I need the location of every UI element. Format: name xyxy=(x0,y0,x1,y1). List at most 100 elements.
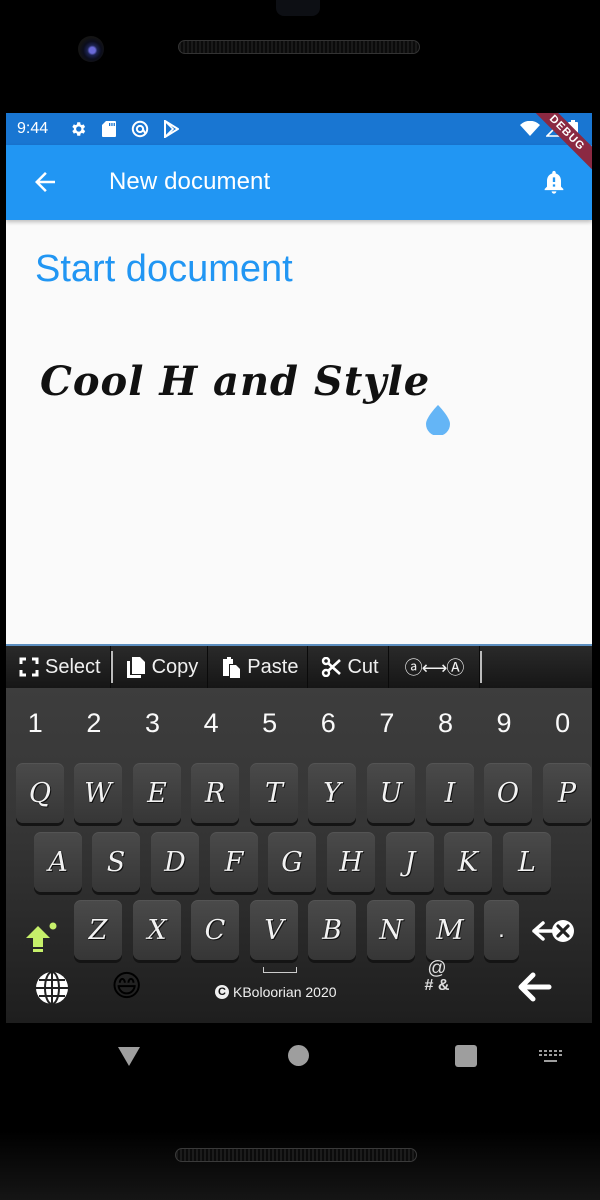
key-i[interactable]: I xyxy=(426,763,474,823)
key-u[interactable]: U xyxy=(367,763,415,823)
space-bar-icon xyxy=(263,967,297,973)
key-m[interactable]: M xyxy=(426,900,474,960)
select-button[interactable]: Select xyxy=(6,646,111,688)
phone-bottom-bezel xyxy=(0,1085,600,1200)
cut-button[interactable]: Cut xyxy=(308,646,389,688)
key-b[interactable]: B xyxy=(308,900,356,960)
bottom-speaker xyxy=(175,1148,417,1162)
key-a[interactable]: A xyxy=(34,832,82,892)
shift-key[interactable] xyxy=(20,918,60,958)
notification-bell-icon xyxy=(544,170,564,194)
app-bar: New document xyxy=(6,145,592,220)
key-g[interactable]: G xyxy=(268,832,316,892)
app-title: New document xyxy=(109,168,271,195)
space-key[interactable]: C KBoloorian 2020 xyxy=(196,964,376,1010)
scissors-icon xyxy=(320,656,342,678)
copy-button[interactable]: Copy xyxy=(113,646,209,688)
cursive-keyboard: 1 2 3 4 5 6 7 8 9 0 Q W E R T Y U I O P … xyxy=(6,688,592,1023)
sd-card-icon xyxy=(100,120,118,138)
status-bar: 9:44 xyxy=(6,113,592,145)
key-d[interactable]: D xyxy=(151,832,199,892)
nav-back-button[interactable] xyxy=(117,1045,141,1067)
select-brackets-icon xyxy=(18,656,40,678)
edit-toolbar: Select Copy Paste Cut ⓐ⟷Ⓐ xyxy=(6,646,592,688)
key-0[interactable]: 0 xyxy=(533,688,592,758)
emoji-key[interactable]: 😄 xyxy=(111,968,149,1006)
play-store-icon xyxy=(162,120,180,138)
key-q[interactable]: Q xyxy=(16,763,64,823)
key-2[interactable]: 2 xyxy=(65,688,124,758)
key-r[interactable]: R xyxy=(191,763,239,823)
system-nav-bar xyxy=(0,1023,600,1085)
backspace-key[interactable] xyxy=(530,916,580,946)
key-j[interactable]: J xyxy=(386,832,434,892)
key-e[interactable]: E xyxy=(133,763,181,823)
earpiece-speaker xyxy=(178,40,420,54)
enter-key[interactable] xyxy=(516,970,554,1004)
cut-label: Cut xyxy=(347,655,379,678)
key-p[interactable]: P xyxy=(543,763,591,823)
key-z[interactable]: Z xyxy=(74,900,122,960)
front-camera xyxy=(78,36,104,62)
key-y[interactable]: Y xyxy=(308,763,356,823)
recents-square-icon[interactable] xyxy=(455,1045,477,1067)
key-9[interactable]: 9 xyxy=(475,688,534,758)
key-t[interactable]: T xyxy=(250,763,298,823)
key-3[interactable]: 3 xyxy=(123,688,182,758)
back-triangle-icon xyxy=(118,1047,140,1066)
status-time: 9:44 xyxy=(17,120,49,137)
key-v[interactable]: V xyxy=(250,900,298,960)
globe-icon xyxy=(36,971,68,1005)
paste-button[interactable]: Paste xyxy=(208,646,309,688)
arrow-back-icon xyxy=(35,172,55,192)
key-4[interactable]: 4 xyxy=(182,688,241,758)
key-h[interactable]: H xyxy=(327,832,375,892)
language-key[interactable] xyxy=(34,970,70,1006)
key-k[interactable]: K xyxy=(444,832,492,892)
document-editor[interactable]: Start document Cool H and Style xyxy=(6,220,592,645)
key-n[interactable]: N xyxy=(367,900,415,960)
wifi-icon xyxy=(520,120,540,142)
symbols-label-bottom: # & xyxy=(424,977,450,994)
settings-icon xyxy=(69,120,87,138)
key-l[interactable]: L xyxy=(503,832,551,892)
top-notch xyxy=(276,0,320,16)
keyboard-copyright: C KBoloorian 2020 xyxy=(215,984,337,1000)
at-sign-icon xyxy=(131,120,149,138)
copy-label: Copy xyxy=(151,655,199,678)
symbols-label-top: @ xyxy=(427,958,447,979)
copy-icon xyxy=(125,656,147,678)
case-toggle-button[interactable]: ⓐ⟷Ⓐ xyxy=(389,646,481,688)
cursor-drop-icon xyxy=(426,405,450,436)
notification-button[interactable] xyxy=(540,167,568,197)
home-circle-icon[interactable] xyxy=(288,1045,309,1066)
case-toggle-icon: ⓐ⟷Ⓐ xyxy=(404,658,465,678)
backspace-icon xyxy=(532,920,574,942)
key-w[interactable]: W xyxy=(74,763,122,823)
key-1[interactable]: 1 xyxy=(6,688,65,758)
copyright-text: KBoloorian 2020 xyxy=(233,984,337,1000)
symbols-key[interactable]: @ # & xyxy=(416,958,458,1010)
keyboard-switch-icon[interactable] xyxy=(539,1050,563,1064)
document-heading: Start document xyxy=(35,248,293,290)
key-6[interactable]: 6 xyxy=(299,688,358,758)
phone-top-bezel xyxy=(0,0,600,113)
text-cursor-handle[interactable] xyxy=(422,403,454,436)
key-f[interactable]: F xyxy=(210,832,258,892)
key-7[interactable]: 7 xyxy=(358,688,417,758)
paste-label: Paste xyxy=(247,655,299,678)
key-period[interactable]: . xyxy=(484,900,519,960)
key-o[interactable]: O xyxy=(484,763,532,823)
key-x[interactable]: X xyxy=(133,900,181,960)
paste-icon xyxy=(220,656,242,678)
key-5[interactable]: 5 xyxy=(240,688,299,758)
document-text-field[interactable]: Cool H and Style xyxy=(40,358,430,405)
key-s[interactable]: S xyxy=(92,832,140,892)
back-button[interactable] xyxy=(30,167,60,197)
phone-screen: 9:44 DEBUG New document Start document C… xyxy=(6,113,592,1023)
toolbar-separator xyxy=(480,651,483,683)
copyright-icon: C xyxy=(215,985,229,999)
key-c[interactable]: C xyxy=(191,900,239,960)
key-8[interactable]: 8 xyxy=(416,688,475,758)
enter-arrow-icon xyxy=(518,972,552,1002)
